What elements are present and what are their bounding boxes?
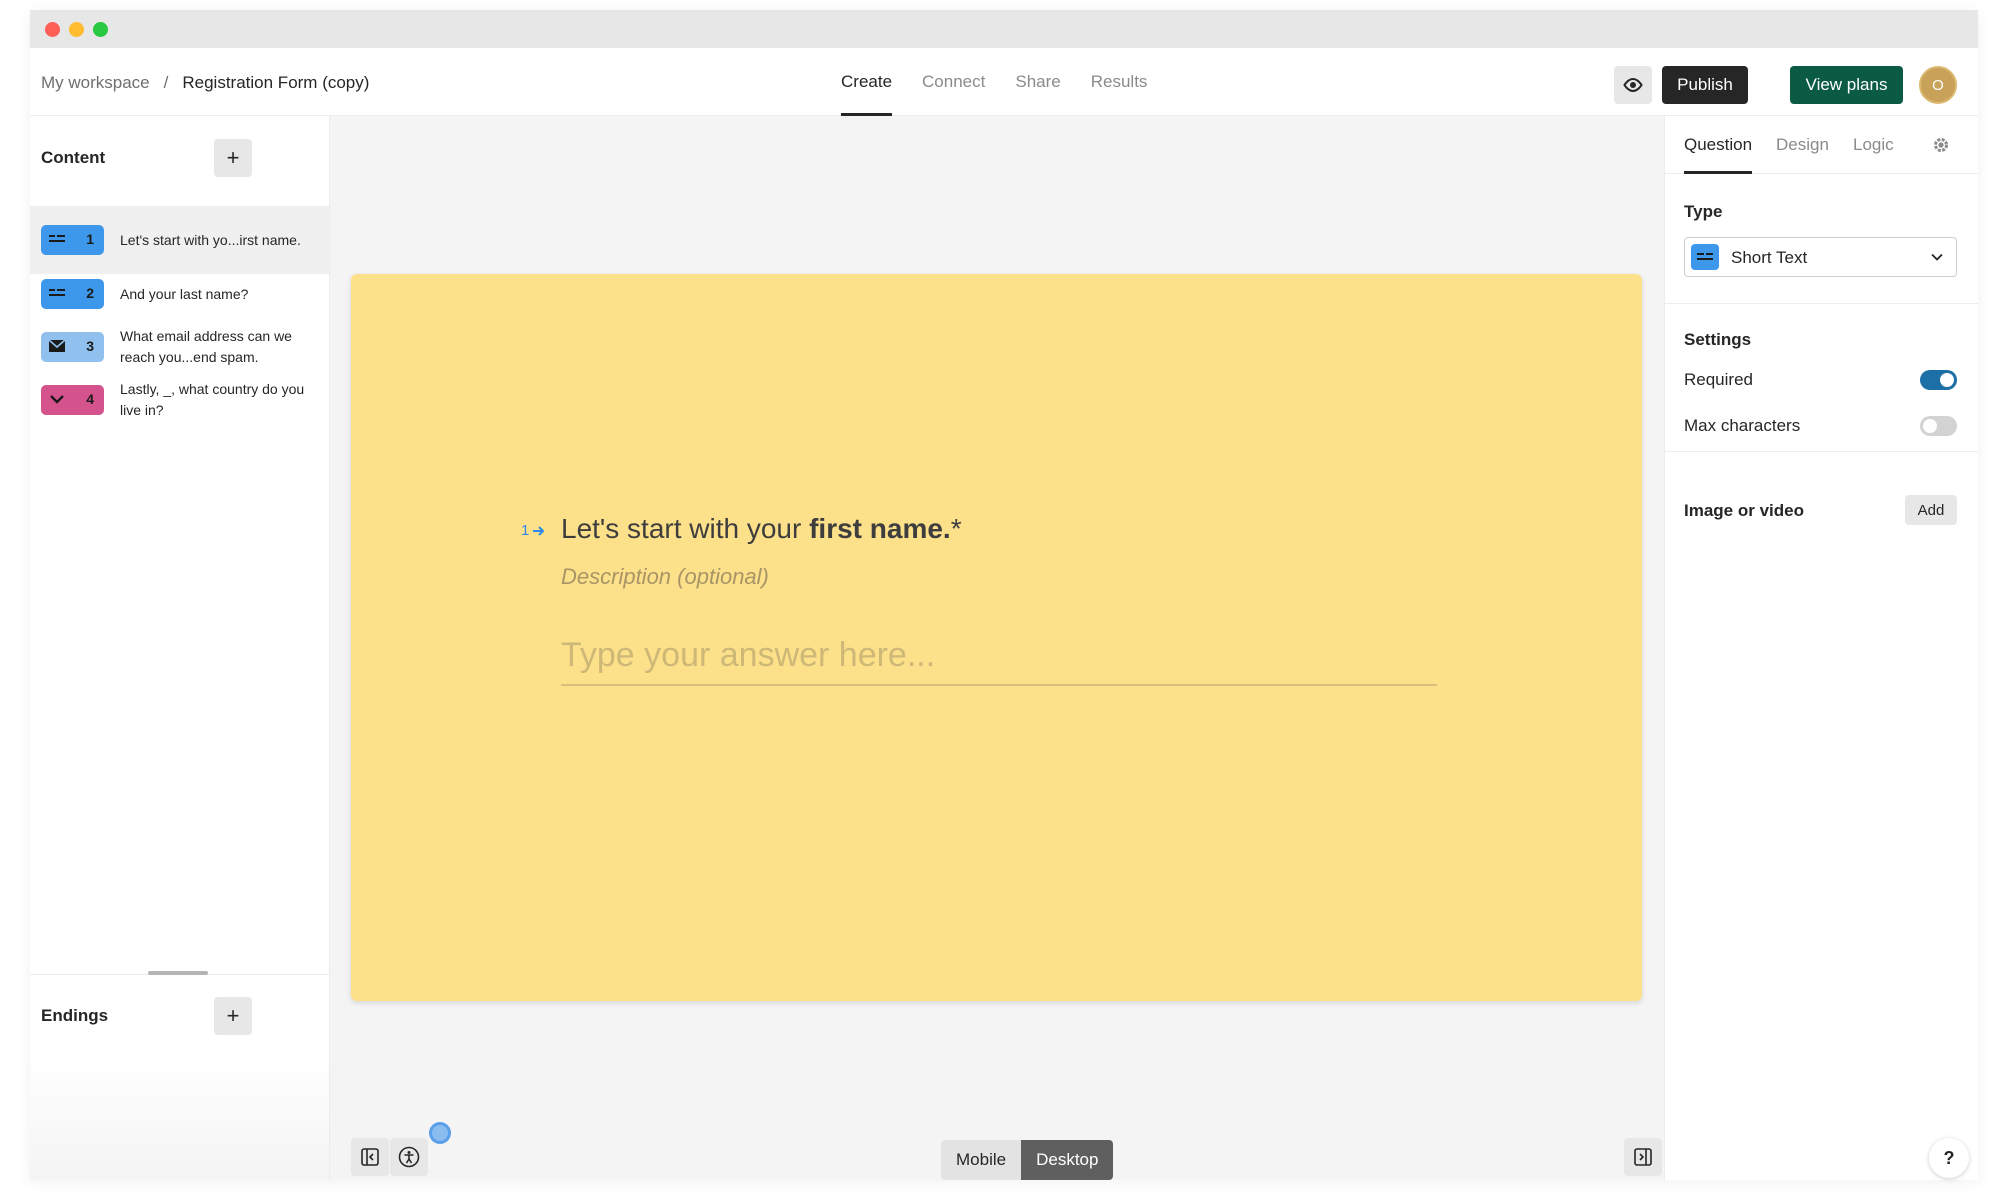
add-content-button[interactable]: +	[214, 139, 252, 177]
question-title[interactable]: Let's start with your first name.*	[561, 513, 962, 545]
question-number: 3	[86, 338, 94, 354]
avatar[interactable]: O	[1919, 66, 1957, 104]
short-text-icon	[49, 235, 65, 242]
window-maximize-button[interactable]	[93, 22, 108, 37]
top-header: My workspace / Registration Form (copy) …	[30, 48, 1978, 116]
tab-connect[interactable]: Connect	[922, 48, 985, 116]
type-label: Type	[1684, 202, 1723, 221]
envelope-icon	[48, 339, 66, 352]
arrow-right-icon	[533, 525, 545, 536]
max-characters-label: Max characters	[1684, 416, 1801, 435]
app-window: My workspace / Registration Form (copy) …	[30, 10, 1978, 1180]
panel-divider	[1665, 303, 1978, 304]
short-text-icon	[49, 289, 65, 296]
breadcrumb-workspace-link[interactable]: My workspace	[41, 73, 150, 93]
device-toggle: Mobile Desktop	[941, 1140, 1114, 1180]
tab-share[interactable]: Share	[1015, 48, 1060, 116]
tab-results[interactable]: Results	[1091, 48, 1148, 116]
question-type-chip: 1	[41, 225, 104, 255]
panel-left-icon	[361, 1148, 379, 1166]
question-type-chip: 2	[41, 279, 104, 309]
required-label: Required	[1684, 370, 1753, 389]
publish-button[interactable]: Publish	[1662, 66, 1748, 104]
sidebar-resize-handle[interactable]	[148, 971, 208, 975]
max-characters-toggle[interactable]	[1920, 416, 1957, 436]
content-title: Content	[41, 148, 106, 167]
question-item-4[interactable]: 4 Lastly, _, what country do you live in…	[30, 366, 329, 434]
question-number: 1	[86, 231, 94, 247]
add-ending-button[interactable]: +	[214, 997, 252, 1035]
collapse-sidebar-button[interactable]	[351, 1138, 389, 1176]
accessibility-icon	[398, 1146, 420, 1168]
plus-icon: +	[226, 145, 240, 170]
short-text-icon	[1691, 244, 1719, 270]
mobile-view-button[interactable]: Mobile	[941, 1140, 1022, 1180]
main-tabs: Create Connect Share Results	[841, 48, 1147, 116]
sidebar-fade	[30, 1056, 329, 1180]
question-title-bold: first name.	[809, 513, 951, 544]
image-or-video-label: Image or video	[1684, 501, 1804, 520]
tab-design[interactable]: Design	[1776, 116, 1829, 174]
question-settings-panel: Question Design Logic Type Short Text Se…	[1664, 116, 1978, 1180]
accessibility-button[interactable]	[390, 1138, 428, 1176]
question-type-select[interactable]: Short Text	[1684, 237, 1957, 277]
desktop-view-button[interactable]: Desktop	[1021, 1140, 1114, 1180]
view-plans-button[interactable]: View plans	[1790, 66, 1903, 104]
collapse-panel-button[interactable]	[1624, 1138, 1662, 1176]
chevron-down-icon	[1931, 253, 1943, 261]
required-toggle[interactable]	[1920, 370, 1957, 390]
help-button[interactable]: ?	[1929, 1138, 1969, 1178]
question-number: 2	[86, 285, 94, 301]
add-media-button[interactable]: Add	[1905, 495, 1957, 525]
question-preview-card[interactable]: 1 Let's start with your first name.* Des…	[351, 274, 1642, 1001]
settings-label: Settings	[1684, 330, 1752, 349]
question-item-text: Lastly, _, what country do you live in?	[120, 381, 305, 418]
question-number: 4	[86, 391, 94, 407]
tab-create[interactable]: Create	[841, 48, 893, 116]
question-item-text: And your last name?	[120, 285, 249, 302]
question-type-value: Short Text	[1731, 248, 1808, 267]
question-description-field[interactable]: Description (optional)	[561, 564, 769, 590]
question-number-label: 1	[521, 522, 546, 539]
question-item-text: What email address can we reach you...en…	[120, 328, 292, 365]
eye-icon	[1623, 78, 1643, 92]
question-item-text: Let's start with yo...irst name.	[120, 231, 301, 248]
required-mark: *	[950, 513, 962, 544]
notification-dot	[429, 1122, 451, 1144]
panel-right-icon	[1634, 1148, 1652, 1166]
breadcrumb: My workspace / Registration Form (copy)	[41, 73, 369, 93]
question-number-value: 1	[521, 522, 530, 539]
question-type-chip: 4	[41, 385, 104, 415]
answer-input[interactable]: Type your answer here...	[561, 636, 1437, 686]
breadcrumb-separator: /	[163, 73, 169, 92]
breadcrumb-form-name[interactable]: Registration Form (copy)	[182, 73, 369, 93]
gear-icon[interactable]	[1932, 136, 1950, 154]
chevron-down-icon	[50, 395, 64, 404]
window-close-button[interactable]	[45, 22, 60, 37]
window-titlebar	[30, 10, 1978, 48]
panel-divider	[1665, 451, 1978, 452]
editor-canvas: 1 Let's start with your first name.* Des…	[330, 116, 1664, 1180]
panel-tabs: Question Design Logic	[1665, 116, 1978, 174]
tab-question[interactable]: Question	[1684, 116, 1753, 174]
window-minimize-button[interactable]	[69, 22, 84, 37]
question-title-prefix: Let's start with your	[561, 513, 810, 544]
endings-title: Endings	[41, 1006, 109, 1025]
question-type-chip: 3	[41, 332, 104, 362]
content-sidebar: Content + 1 Let's start with yo...irst n…	[30, 116, 330, 1180]
plus-icon: +	[226, 1003, 240, 1028]
tab-logic[interactable]: Logic	[1853, 116, 1894, 174]
preview-button[interactable]	[1614, 66, 1652, 104]
